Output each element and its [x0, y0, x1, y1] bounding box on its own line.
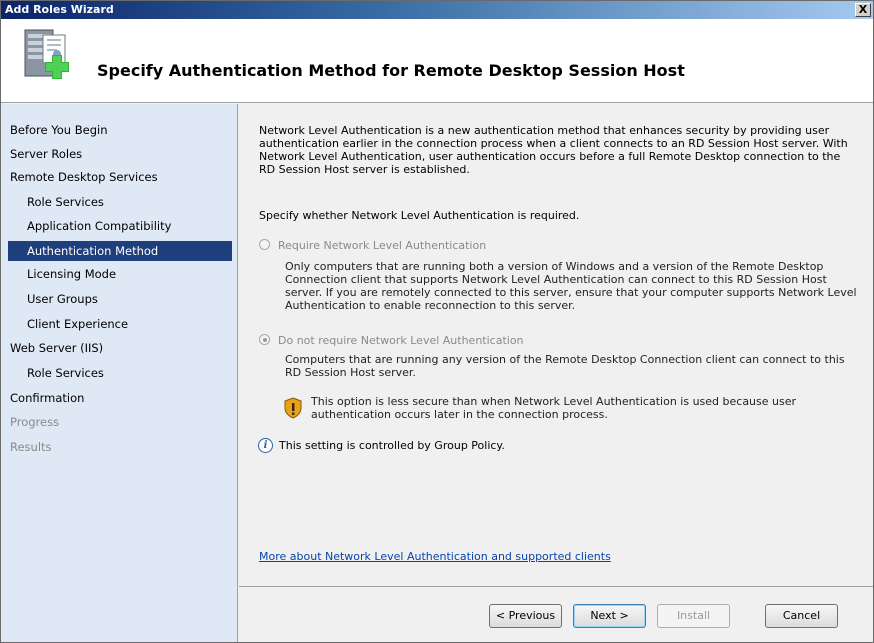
- nav-item-confirmation[interactable]: Confirmation: [8, 388, 232, 408]
- nav-item-licensing-mode[interactable]: Licensing Mode: [8, 264, 232, 284]
- group-policy-info-text: This setting is controlled by Group Poli…: [279, 439, 505, 452]
- nav-item-iis-role-services[interactable]: Role Services: [8, 363, 232, 383]
- wizard-steps-nav: Before You Begin Server Roles Remote Des…: [1, 104, 238, 642]
- nav-item-progress: Progress: [10, 415, 60, 429]
- nav-item-role-services[interactable]: Role Services: [8, 192, 232, 212]
- more-about-nla-link[interactable]: More about Network Level Authentication …: [259, 550, 611, 563]
- radio-require-nla[interactable]: Require Network Level Authentication: [259, 239, 486, 253]
- add-roles-wizard-window: Add Roles Wizard X Specify Authenticatio…: [0, 0, 874, 643]
- nav-item-authentication-method[interactable]: Authentication Method: [8, 241, 232, 261]
- close-button[interactable]: X: [855, 3, 871, 17]
- shield-warning-icon: [284, 397, 302, 419]
- server-roles-add-icon: [24, 29, 69, 79]
- nav-item-server-roles[interactable]: Server Roles: [8, 144, 232, 164]
- wizard-header: Specify Authentication Method for Remote…: [1, 19, 873, 103]
- nav-item-web-server-iis[interactable]: Web Server (IIS): [8, 338, 232, 358]
- nav-item-results: Results: [10, 440, 52, 454]
- nav-item-before-you-begin[interactable]: Before You Begin: [8, 120, 232, 140]
- security-warning-text: This option is less secure than when Net…: [311, 395, 797, 421]
- cancel-button[interactable]: Cancel: [765, 604, 838, 628]
- intro-text: Network Level Authentication is a new au…: [259, 124, 848, 176]
- radio-button-checked[interactable]: [259, 334, 270, 345]
- wizard-content: Network Level Authentication is a new au…: [239, 104, 873, 586]
- radio-button-unchecked[interactable]: [259, 239, 270, 250]
- radio-do-not-require-nla[interactable]: Do not require Network Level Authenticat…: [259, 334, 524, 348]
- title-bar[interactable]: Add Roles Wizard X: [1, 1, 873, 19]
- previous-button[interactable]: < Previous: [489, 604, 562, 628]
- wizard-button-bar: < Previous Next > Install Cancel: [239, 586, 873, 642]
- radio-require-label: Require Network Level Authentication: [278, 239, 487, 252]
- nav-item-client-experience[interactable]: Client Experience: [8, 314, 232, 334]
- nav-item-user-groups[interactable]: User Groups: [8, 289, 232, 309]
- nav-item-application-compatibility[interactable]: Application Compatibility: [8, 216, 232, 236]
- nav-item-remote-desktop-services[interactable]: Remote Desktop Services: [8, 167, 232, 187]
- no-require-nla-description: Computers that are running any version o…: [285, 353, 845, 379]
- close-icon: X: [858, 3, 868, 16]
- next-button[interactable]: Next >: [573, 604, 646, 628]
- install-button: Install: [657, 604, 730, 628]
- specify-prompt: Specify whether Network Level Authentica…: [259, 209, 580, 222]
- window-title: Add Roles Wizard: [5, 3, 114, 16]
- radio-norequire-label: Do not require Network Level Authenticat…: [278, 334, 524, 347]
- info-icon: i: [258, 438, 273, 453]
- page-title: Specify Authentication Method for Remote…: [97, 61, 685, 80]
- require-nla-description: Only computers that are running both a v…: [285, 260, 857, 312]
